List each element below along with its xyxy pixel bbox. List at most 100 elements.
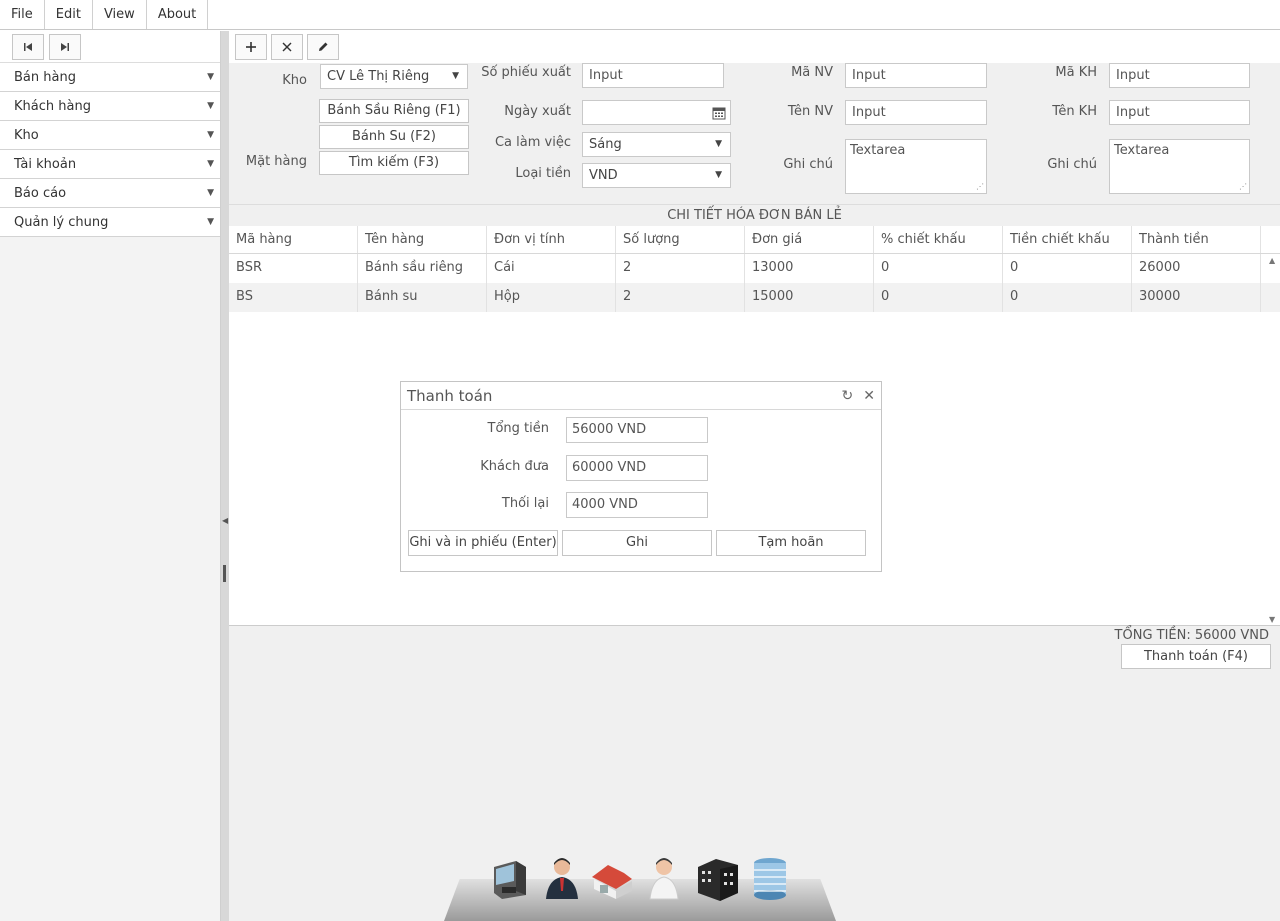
close-icon bbox=[282, 42, 292, 52]
first-page-button[interactable] bbox=[12, 34, 44, 60]
save-button[interactable]: Ghi bbox=[562, 530, 712, 556]
table-cell: Cái bbox=[487, 254, 616, 283]
grand-total: TỔNG TIỀN: 56000 VND bbox=[1114, 628, 1269, 643]
menu-about[interactable]: About bbox=[147, 0, 209, 29]
table-row[interactable]: BS Bánh su Hộp 2 15000 0 0 30000 bbox=[229, 283, 1280, 312]
column-header[interactable]: Thành tiền bbox=[1132, 226, 1261, 253]
khach-dua-label: Khách đưa bbox=[480, 459, 549, 474]
caret-down-icon: ▼ bbox=[207, 188, 214, 198]
resize-grip-icon[interactable]: ⋰ bbox=[976, 182, 984, 191]
tim-kiem-button[interactable]: Tìm kiếm (F3) bbox=[319, 151, 469, 175]
ten-nv-input[interactable]: Input bbox=[845, 100, 987, 125]
pencil-icon bbox=[319, 42, 328, 51]
splitter-grip[interactable] bbox=[223, 565, 226, 582]
tong-tien-label: Tổng tiền bbox=[487, 421, 549, 436]
payment-dialog: Thanh toán ↻ ✕ Tổng tiền 56000 VND Khách… bbox=[400, 381, 882, 572]
ten-kh-input[interactable]: Input bbox=[1109, 100, 1250, 125]
loai-tien-select[interactable]: VND ▼ bbox=[582, 163, 731, 188]
khach-dua-input[interactable]: 60000 VND bbox=[566, 455, 708, 481]
sidebar-item-bao-cao[interactable]: Báo cáo ▼ bbox=[0, 179, 220, 208]
menu-view[interactable]: View bbox=[93, 0, 147, 29]
thoi-lai-label: Thối lại bbox=[501, 496, 549, 511]
collapse-left-icon[interactable]: ◀ bbox=[222, 516, 228, 525]
banh-sau-rieng-button[interactable]: Bánh Sầu Riêng (F1) bbox=[319, 99, 469, 123]
table-cell: 2 bbox=[616, 283, 745, 312]
dropdown-arrow-icon: ▼ bbox=[452, 71, 459, 81]
kho-select[interactable]: CV Lê Thị Riêng ▼ bbox=[320, 64, 468, 89]
table-cell: BSR bbox=[229, 254, 358, 283]
save-and-print-button[interactable]: Ghi và in phiếu (Enter) bbox=[408, 530, 558, 556]
office-building-icon[interactable] bbox=[696, 855, 740, 901]
sidebar-item-label: Khách hàng bbox=[14, 98, 91, 114]
close-icon[interactable]: ✕ bbox=[863, 388, 875, 404]
ghi-chu-nv-textarea[interactable]: Textarea ⋰ bbox=[845, 139, 987, 194]
so-phieu-xuat-input[interactable]: Input bbox=[582, 63, 724, 88]
kho-select-value: CV Lê Thị Riêng bbox=[327, 69, 430, 84]
sidebar-item-label: Bán hàng bbox=[14, 69, 76, 85]
scroll-up-icon[interactable]: ▲ bbox=[1269, 256, 1275, 265]
banh-su-button[interactable]: Bánh Su (F2) bbox=[319, 125, 469, 149]
table-cell: 26000 bbox=[1132, 254, 1261, 283]
tong-tien-input[interactable]: 56000 VND bbox=[566, 417, 708, 443]
sidebar-item-label: Tài khoản bbox=[14, 156, 77, 172]
column-header[interactable]: Mã hàng bbox=[229, 226, 358, 253]
table-cell: 0 bbox=[1003, 254, 1132, 283]
table-cell: BS bbox=[229, 283, 358, 312]
employee-icon[interactable] bbox=[642, 855, 686, 901]
table-row[interactable]: BSR Bánh sầu riêng Cái 2 13000 0 0 26000 bbox=[229, 254, 1280, 283]
column-header[interactable]: Tên hàng bbox=[358, 226, 487, 253]
ma-nv-input[interactable]: Input bbox=[845, 63, 987, 88]
ghi-chu-kh-placeholder: Textarea bbox=[1114, 143, 1170, 158]
businessman-icon[interactable] bbox=[540, 855, 584, 901]
thanh-toan-button[interactable]: Thanh toán (F4) bbox=[1121, 644, 1271, 669]
ghi-chu-nv-label: Ghi chú bbox=[783, 157, 833, 172]
ca-lam-viec-value: Sáng bbox=[589, 137, 622, 152]
calendar-icon[interactable] bbox=[712, 106, 726, 120]
cash-register-icon[interactable] bbox=[488, 855, 532, 901]
ma-kh-input[interactable]: Input bbox=[1109, 63, 1250, 88]
refresh-icon[interactable]: ↻ bbox=[842, 388, 854, 404]
table-cell: 0 bbox=[1003, 283, 1132, 312]
sidebar: Bán hàng ▼ Khách hàng ▼ Kho ▼ Tài khoản ▼ Bá… bbox=[0, 31, 221, 921]
resize-grip-icon[interactable]: ⋰ bbox=[1239, 182, 1247, 191]
ca-lam-viec-select[interactable]: Sáng ▼ bbox=[582, 132, 731, 157]
sidebar-item-ban-hang[interactable]: Bán hàng ▼ bbox=[0, 63, 220, 92]
toolbar bbox=[229, 31, 1280, 63]
ngay-xuat-input[interactable] bbox=[582, 100, 731, 125]
column-header[interactable]: % chiết khấu bbox=[874, 226, 1003, 253]
ghi-chu-kh-textarea[interactable]: Textarea ⋰ bbox=[1109, 139, 1250, 194]
panel-splitter[interactable]: ◀ bbox=[221, 31, 229, 921]
scroll-down-icon[interactable]: ▼ bbox=[1269, 615, 1275, 624]
column-header[interactable]: Đơn giá bbox=[745, 226, 874, 253]
ngay-xuat-label: Ngày xuất bbox=[504, 104, 571, 119]
warehouse-icon[interactable] bbox=[590, 855, 634, 901]
sidebar-item-tai-khoan[interactable]: Tài khoản ▼ bbox=[0, 150, 220, 179]
thoi-lai-input[interactable]: 4000 VND bbox=[566, 492, 708, 518]
menu-edit[interactable]: Edit bbox=[45, 0, 93, 29]
dialog-header[interactable]: Thanh toán ↻ ✕ bbox=[401, 382, 881, 410]
caret-down-icon: ▼ bbox=[207, 130, 214, 140]
column-header[interactable]: Tiền chiết khấu bbox=[1003, 226, 1132, 253]
last-page-button[interactable] bbox=[49, 34, 81, 60]
loai-tien-value: VND bbox=[589, 168, 618, 183]
table-cell: Bánh su bbox=[358, 283, 487, 312]
table-cell: 0 bbox=[874, 254, 1003, 283]
sidebar-item-quan-ly-chung[interactable]: Quản lý chung ▼ bbox=[0, 208, 220, 237]
table-cell: Hộp bbox=[487, 283, 616, 312]
column-header[interactable]: Số lượng bbox=[616, 226, 745, 253]
edit-button[interactable] bbox=[307, 34, 339, 60]
sidebar-nav-buttons bbox=[0, 31, 220, 63]
add-button[interactable] bbox=[235, 34, 267, 60]
so-phieu-xuat-label: Số phiếu xuất bbox=[481, 65, 571, 80]
plus-icon bbox=[246, 42, 256, 52]
column-header[interactable]: Đơn vị tính bbox=[487, 226, 616, 253]
sidebar-item-kho[interactable]: Kho ▼ bbox=[0, 121, 220, 150]
menu-file[interactable]: File bbox=[0, 0, 45, 29]
postpone-button[interactable]: Tạm hoãn bbox=[716, 530, 866, 556]
delete-button[interactable] bbox=[271, 34, 303, 60]
glass-building-icon[interactable] bbox=[748, 855, 792, 901]
table-scrollbar[interactable]: ▲ ▼ bbox=[1265, 254, 1280, 624]
sidebar-item-khach-hang[interactable]: Khách hàng ▼ bbox=[0, 92, 220, 121]
dropdown-arrow-icon: ▼ bbox=[715, 170, 722, 180]
table-title: CHI TIẾT HÓA ĐƠN BÁN LẺ bbox=[229, 204, 1280, 226]
